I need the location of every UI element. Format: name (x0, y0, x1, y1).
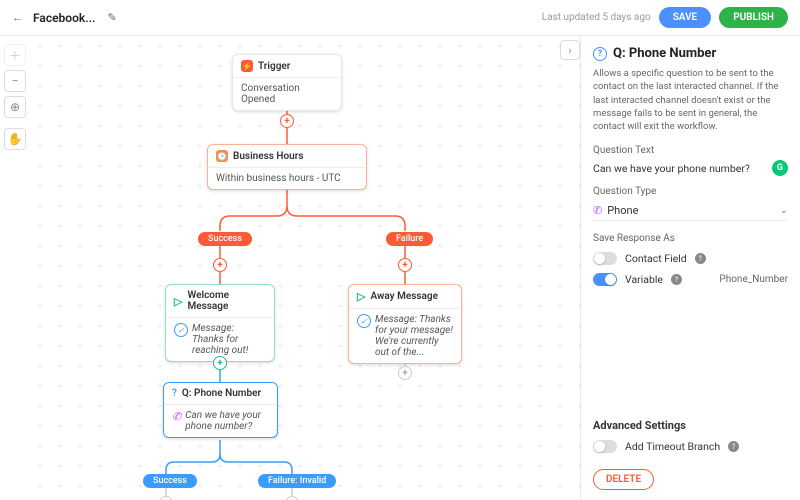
node-label: Business Hours (233, 151, 303, 162)
publish-button[interactable]: PUBLISH (719, 7, 788, 28)
question-text-input[interactable]: Can we have your phone number? (593, 162, 750, 175)
fit-button[interactable]: ⊕ (4, 96, 26, 118)
save-response-label: Save Response As (593, 233, 788, 244)
help-icon[interactable]: ? (695, 253, 706, 264)
node-label: Trigger (258, 61, 290, 72)
variable-toggle[interactable] (593, 273, 617, 286)
send-icon: ▷ (357, 290, 365, 303)
save-button[interactable]: SAVE (659, 7, 712, 28)
workflow-title: Facebook... (33, 11, 95, 25)
question-icon: ? (172, 388, 177, 399)
add-step-button[interactable]: + (280, 114, 294, 128)
chevron-down-icon: ⌄ (780, 205, 788, 216)
edit-title-icon[interactable]: ✎ (107, 11, 116, 24)
phone-icon: ✆ (172, 410, 181, 423)
question-text-label: Question Text (593, 145, 788, 156)
node-label: Away Message (370, 291, 438, 302)
add-step-button[interactable]: + (398, 366, 412, 380)
node-label: Q: Phone Number (182, 388, 261, 399)
add-step-button[interactable]: + (213, 258, 227, 272)
pan-button[interactable]: ✋ (4, 128, 26, 150)
node-business-hours[interactable]: 🕑 Business Hours Within business hours - … (207, 144, 367, 190)
send-icon: ▷ (174, 295, 182, 308)
add-step-button[interactable]: + (213, 356, 227, 370)
collapse-panel-button[interactable]: › (560, 40, 580, 60)
trigger-icon: ⚡ (241, 60, 253, 72)
question-icon: ? (593, 47, 607, 61)
node-trigger[interactable]: ⚡ Trigger Conversation Opened (232, 54, 342, 111)
help-icon[interactable]: ? (671, 274, 682, 285)
message-icon: ✓ (174, 323, 188, 337)
node-body: Within business hours - UTC (208, 167, 366, 189)
properties-panel: ? Q: Phone Number Allows a specific quest… (580, 36, 800, 500)
variable-name-input[interactable]: Phone_Number (719, 274, 788, 285)
back-button[interactable]: ← (12, 11, 23, 24)
question-type-label: Question Type (593, 186, 788, 197)
question-type-select[interactable]: ✆ Phone ⌄ (593, 201, 788, 221)
help-icon[interactable]: ? (728, 441, 739, 452)
phone-icon: ✆ (593, 204, 602, 217)
branch-failure-invalid-pill[interactable]: Failure: Invalid (258, 474, 336, 488)
node-away-message[interactable]: ▷Away Message ✓Message: Thanks for your … (348, 284, 462, 364)
clock-icon: 🕑 (216, 150, 228, 162)
add-step-button[interactable]: + (285, 496, 299, 500)
canvas-toolbar: ＋ − ⊕ ✋ (0, 36, 30, 500)
branch-success-pill[interactable]: Success (198, 232, 252, 246)
message-icon: ✓ (357, 314, 371, 328)
delete-button[interactable]: DELETE (593, 469, 654, 490)
branch-success-pill[interactable]: Success (143, 474, 197, 488)
node-question-phone[interactable]: ?Q: Phone Number ✆Can we have your phone… (163, 382, 278, 438)
add-step-button[interactable]: + (159, 496, 173, 500)
last-updated: Last updated 5 days ago (542, 12, 651, 23)
node-body: Conversation Opened (233, 77, 341, 110)
branch-failure-pill[interactable]: Failure (386, 232, 433, 246)
panel-description: Allows a specific question to be sent to… (593, 67, 788, 133)
node-label: Welcome Message (187, 290, 266, 312)
workflow-canvas[interactable]: › (30, 36, 580, 500)
panel-title: Q: Phone Number (613, 46, 716, 61)
node-welcome-message[interactable]: ▷Welcome Message ✓Message: Thanks for re… (165, 284, 275, 362)
timeout-toggle[interactable] (593, 440, 617, 453)
grammarly-icon: G (772, 160, 788, 176)
advanced-settings-heading: Advanced Settings (593, 419, 788, 432)
zoom-out-button[interactable]: − (4, 70, 26, 92)
add-step-button[interactable]: + (398, 258, 412, 272)
zoom-in-button: ＋ (4, 44, 26, 66)
header: ← Facebook... ✎ Last updated 5 days ago … (0, 0, 800, 36)
contact-field-toggle[interactable] (593, 252, 617, 265)
